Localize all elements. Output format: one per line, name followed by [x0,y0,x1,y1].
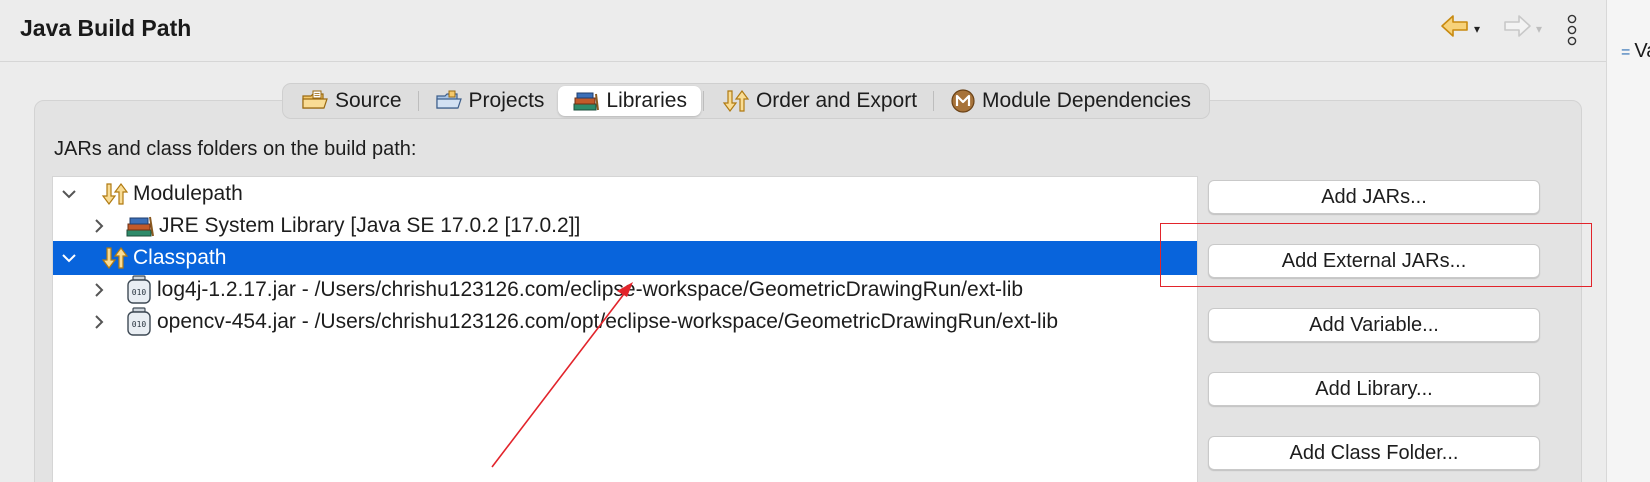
order-export-icon [720,89,750,113]
modulepath-icon [99,182,129,206]
projects-folder-icon [435,90,463,112]
libraries-icon [572,90,600,112]
tab-libraries[interactable]: Libraries [558,86,701,116]
tab-module-dependencies[interactable]: Module Dependencies [936,86,1205,116]
dialog-title: Java Build Path [20,15,192,41]
module-icon [950,88,976,114]
tree-item-opencv-jar[interactable]: 010 opencv-454.jar - /Users/chrishu12312… [53,305,1197,339]
equals-icon: = [1621,44,1631,61]
more-options-icon[interactable] [1566,14,1578,51]
tab-separator [933,91,935,111]
build-path-tree[interactable]: Modulepath JRE System Library [Java SE 1… [52,176,1198,482]
add-library-button[interactable]: Add Library... [1208,372,1540,406]
tab-separator [702,91,704,111]
jar-icon: 010 [125,307,153,337]
source-folder-icon [301,90,329,112]
truncated-label: =Va [1621,40,1650,62]
add-variable-button[interactable]: Add Variable... [1208,308,1540,342]
svg-text:010: 010 [132,320,147,329]
tab-label: Libraries [606,89,687,112]
tab-source[interactable]: Source [287,86,416,116]
tab-label: Source [335,89,402,112]
tree-item-log4j-jar[interactable]: 010 log4j-1.2.17.jar - /Users/chrishu123… [53,273,1197,307]
tree-item-label: log4j-1.2.17.jar - /Users/chrishu123126.… [157,278,1024,301]
tree-item-label: JRE System Library [Java SE 17.0.2 [17.0… [159,214,581,237]
add-class-folder-button[interactable]: Add Class Folder... [1208,436,1540,470]
tree-item-label: Classpath [133,246,227,269]
add-external-jars-button[interactable]: Add External JARs... [1208,244,1540,278]
tree-item-label: Modulepath [133,182,243,205]
tab-projects[interactable]: Projects [421,86,559,116]
build-path-tabs: Source Projects Libraries Order and Expo… [282,83,1211,119]
java-build-path-dialog: Java Build Path ▾ ▾ Source Projects Libr… [0,0,1606,482]
forward-dropdown-icon: ▾ [1536,21,1543,36]
tab-separator [417,91,419,111]
back-arrow-icon[interactable] [1440,14,1470,43]
tab-label: Order and Export [755,89,918,112]
chevron-right-icon[interactable] [91,282,107,298]
chevron-down-icon[interactable] [61,186,77,202]
tab-label: Projects [468,89,545,112]
add-jars-button[interactable]: Add JARs... [1208,180,1540,214]
section-label: JARs and class folders on the build path… [54,138,417,160]
tree-item-jre-system-library[interactable]: JRE System Library [Java SE 17.0.2 [17.0… [53,209,1197,243]
tree-item-modulepath[interactable]: Modulepath [53,177,1197,211]
classpath-icon [99,246,129,270]
back-dropdown-icon[interactable]: ▾ [1474,22,1480,36]
tab-order-and-export[interactable]: Order and Export [706,86,931,116]
tab-label: Module Dependencies [982,89,1192,112]
tree-item-label: opencv-454.jar - /Users/chrishu123126.co… [157,310,1059,333]
back-navigation[interactable]: ▾ [1440,14,1480,43]
jre-library-icon [125,214,155,238]
chevron-right-icon[interactable] [91,218,107,234]
forward-navigation: ▾ [1502,14,1542,43]
tree-item-classpath[interactable]: Classpath [53,241,1197,275]
chevron-right-icon[interactable] [91,314,107,330]
svg-text:010: 010 [132,288,147,297]
editor-side-strip: =Va [1606,0,1650,482]
forward-arrow-icon [1502,14,1532,43]
chevron-down-icon[interactable] [61,250,77,266]
title-bar: Java Build Path ▾ ▾ [0,0,1606,62]
jar-icon: 010 [125,275,153,305]
